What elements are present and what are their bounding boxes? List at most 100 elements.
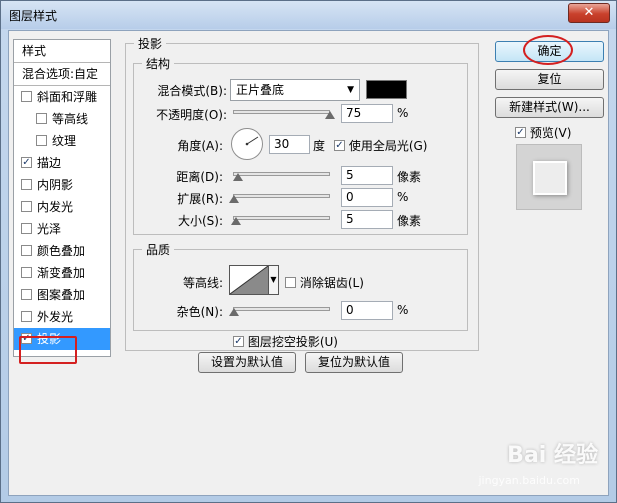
sidebar-item[interactable]: 外发光: [14, 306, 110, 328]
title-bar[interactable]: 图层样式 ✕: [1, 1, 616, 29]
sidebar-item-label: 纹理: [52, 134, 77, 148]
opacity-slider[interactable]: [233, 110, 330, 114]
sidebar-blend-options[interactable]: 混合选项:自定: [14, 63, 110, 85]
angle-unit: 度: [313, 139, 326, 153]
checkbox-icon[interactable]: [21, 245, 32, 256]
checkbox-icon[interactable]: [21, 179, 32, 190]
spread-label: 扩展(R):: [177, 192, 223, 206]
noise-slider[interactable]: [233, 307, 330, 311]
styles-sidebar: 样式 混合选项:自定 斜面和浮雕等高线纹理 ✓ 描边内阴影内发光光泽颜色叠加渐变叠加…: [13, 39, 111, 364]
opacity-unit: %: [397, 106, 409, 120]
contour-picker[interactable]: [229, 265, 269, 295]
checkbox-icon: ✓: [515, 127, 526, 138]
contour-dropdown[interactable]: ▼: [269, 265, 279, 295]
antialias-checkbox[interactable]: 消除锯齿(L): [285, 274, 364, 291]
highlight-annotation: [19, 336, 77, 364]
blend-mode-label: 混合模式(B):: [157, 84, 227, 98]
size-slider-thumb[interactable]: [231, 217, 241, 225]
checkbox-icon[interactable]: [21, 91, 32, 102]
reset-button[interactable]: 复位: [495, 69, 604, 90]
distance-slider-thumb[interactable]: [233, 173, 243, 181]
sidebar-item-label: 等高线: [52, 112, 89, 126]
sidebar-item[interactable]: 光泽: [14, 218, 110, 240]
preview-label: 预览(V): [529, 126, 572, 140]
sidebar-item[interactable]: 斜面和浮雕: [14, 86, 110, 108]
checkbox-icon[interactable]: [36, 135, 47, 146]
preview-checkbox[interactable]: ✓ 预览(V): [515, 124, 571, 141]
checkbox-icon[interactable]: [21, 201, 32, 212]
drop-shadow-title: 投影: [138, 37, 163, 51]
sidebar-item-label: 图案叠加: [37, 288, 86, 302]
opacity-slider-thumb[interactable]: [325, 111, 335, 119]
layer-style-dialog: 图层样式 ✕ 样式 混合选项:自定 斜面和浮雕等高线纹理 ✓ 描边内阴影内发光光泽颜…: [0, 0, 617, 503]
contour-curve-icon: [229, 265, 269, 295]
watermark-url: jingyan.baidu.com: [478, 474, 580, 487]
close-button[interactable]: ✕: [568, 3, 610, 23]
sidebar-item[interactable]: 等高线: [14, 108, 110, 130]
antialias-label: 消除锯齿(L): [299, 276, 364, 290]
sidebar-item[interactable]: 颜色叠加: [14, 240, 110, 262]
distance-label: 距离(D):: [176, 170, 223, 184]
checkbox-icon[interactable]: [21, 289, 32, 300]
sidebar-header[interactable]: 样式: [14, 40, 110, 62]
global-light-label: 使用全局光(G): [348, 139, 428, 153]
angle-needle-icon: [245, 136, 259, 146]
new-style-button[interactable]: 新建样式(W)...: [495, 97, 604, 118]
checkbox-icon[interactable]: [21, 223, 32, 234]
blend-mode-select[interactable]: 正片叠底 ▼: [230, 79, 360, 101]
chevron-down-icon: ▼: [347, 85, 354, 95]
close-icon: ✕: [583, 5, 595, 20]
opacity-input[interactable]: 75: [341, 104, 393, 123]
sidebar-item[interactable]: 内发光: [14, 196, 110, 218]
sidebar-item-label: 描边: [37, 156, 62, 170]
sidebar-item[interactable]: 渐变叠加: [14, 262, 110, 284]
distance-input[interactable]: 5: [341, 166, 393, 185]
checkbox-icon[interactable]: [21, 311, 32, 322]
opacity-label: 不透明度(O):: [156, 108, 227, 122]
sidebar-item-label: 斜面和浮雕: [37, 90, 98, 104]
checkbox-icon: [285, 277, 296, 288]
sidebar-item[interactable]: 图案叠加: [14, 284, 110, 306]
knockout-label: 图层挖空投影(U): [247, 335, 338, 349]
noise-input[interactable]: 0: [341, 301, 393, 320]
angle-label: 角度(A):: [177, 139, 223, 153]
spread-slider-thumb[interactable]: [229, 195, 239, 203]
sidebar-item[interactable]: 内阴影: [14, 174, 110, 196]
global-light-checkbox[interactable]: ✓ 使用全局光(G): [334, 137, 428, 154]
preview-thumbnail: [533, 161, 567, 195]
sidebar-item[interactable]: ✓ 描边: [14, 152, 110, 174]
sidebar-item[interactable]: 纹理: [14, 130, 110, 152]
checkbox-icon: ✓: [334, 140, 345, 151]
size-input[interactable]: 5: [341, 210, 393, 229]
spread-slider[interactable]: [233, 194, 330, 198]
checkbox-icon[interactable]: ✓: [21, 157, 32, 168]
quality-title: 品质: [146, 243, 171, 257]
checkbox-icon[interactable]: [36, 113, 47, 124]
sidebar-item-label: 颜色叠加: [37, 244, 86, 258]
noise-unit: %: [397, 303, 409, 317]
size-unit: 像素: [397, 214, 422, 228]
structure-title: 结构: [146, 57, 171, 71]
spread-unit: %: [397, 190, 409, 204]
highlight-annotation: [523, 35, 573, 65]
spread-input[interactable]: 0: [341, 188, 393, 207]
size-slider[interactable]: [233, 216, 330, 220]
noise-slider-thumb[interactable]: [229, 308, 239, 316]
sidebar-item-label: 外发光: [37, 310, 74, 324]
dialog-body: 样式 混合选项:自定 斜面和浮雕等高线纹理 ✓ 描边内阴影内发光光泽颜色叠加渐变叠加…: [8, 30, 609, 496]
sidebar-item-label: 渐变叠加: [37, 266, 86, 280]
reset-default-button[interactable]: 复位为默认值: [305, 352, 403, 373]
sidebar-item-label: 内阴影: [37, 178, 74, 192]
angle-input[interactable]: 30: [269, 135, 310, 154]
size-label: 大小(S):: [177, 214, 223, 228]
sidebar-item-label: 内发光: [37, 200, 74, 214]
checkbox-icon: ✓: [233, 336, 244, 347]
make-default-button[interactable]: 设置为默认值: [198, 352, 296, 373]
checkbox-icon[interactable]: [21, 267, 32, 278]
angle-dial[interactable]: [231, 128, 263, 160]
dialog-title: 图层样式: [9, 9, 58, 23]
knockout-checkbox[interactable]: ✓ 图层挖空投影(U): [233, 333, 338, 350]
distance-slider[interactable]: [233, 172, 330, 176]
distance-unit: 像素: [397, 170, 422, 184]
shadow-color-swatch[interactable]: [366, 80, 407, 99]
